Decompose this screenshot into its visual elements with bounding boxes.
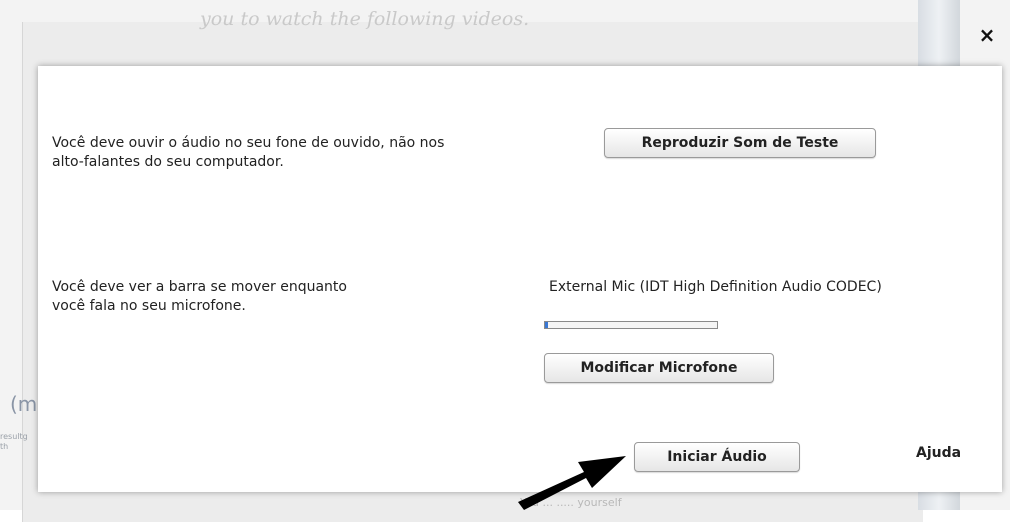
mic-test-text-line1: Você deve ver a barra se mover enquanto <box>52 279 347 295</box>
mic-level-fill <box>545 322 549 328</box>
play-test-sound-button[interactable]: Reproduzir Som de Teste <box>604 128 876 158</box>
background-heading: you to watch the following videos. <box>200 8 530 30</box>
start-audio-button[interactable]: Iniciar Áudio <box>634 442 800 472</box>
close-icon[interactable]: × <box>976 24 998 46</box>
help-link[interactable]: Ajuda <box>916 445 961 461</box>
background-fragment-small: resultg th <box>0 432 28 451</box>
mic-test-text-line2: você fala no seu microfone. <box>52 298 246 314</box>
pointer-arrow-icon <box>518 456 626 510</box>
change-microphone-button[interactable]: Modificar Microfone <box>544 353 774 383</box>
audio-setup-dialog: Você deve ouvir o áudio no seu fone de o… <box>38 66 1002 492</box>
microphone-device-name: External Mic (IDT High Definition Audio … <box>549 279 882 295</box>
audio-test-text-line2: alto-falantes do seu computador. <box>52 154 284 170</box>
mic-level-meter <box>544 321 718 329</box>
audio-test-instructions: Você deve ouvir o áudio no seu fone de o… <box>52 134 444 172</box>
mic-test-instructions: Você deve ver a barra se mover enquanto … <box>52 278 347 316</box>
background-fragment: (m <box>10 392 38 416</box>
audio-test-text-line1: Você deve ouvir o áudio no seu fone de o… <box>52 135 445 151</box>
